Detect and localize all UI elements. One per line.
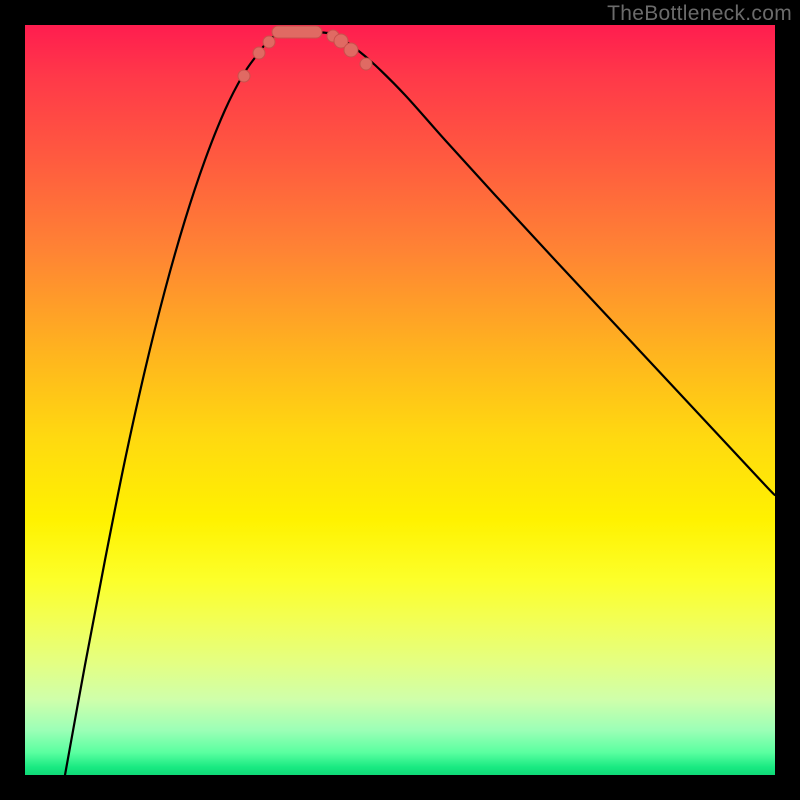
- data-marker-6: [344, 43, 358, 57]
- markers-group: [238, 26, 372, 82]
- watermark-text: TheBottleneck.com: [607, 2, 792, 26]
- data-marker-7: [360, 58, 372, 70]
- chart-svg-layer: [25, 25, 775, 775]
- curve-right: [328, 33, 775, 495]
- data-marker-1: [253, 47, 265, 59]
- data-marker-2: [263, 36, 275, 48]
- curve-left: [65, 33, 280, 775]
- data-marker-0: [238, 70, 250, 82]
- data-marker-3: [272, 26, 322, 38]
